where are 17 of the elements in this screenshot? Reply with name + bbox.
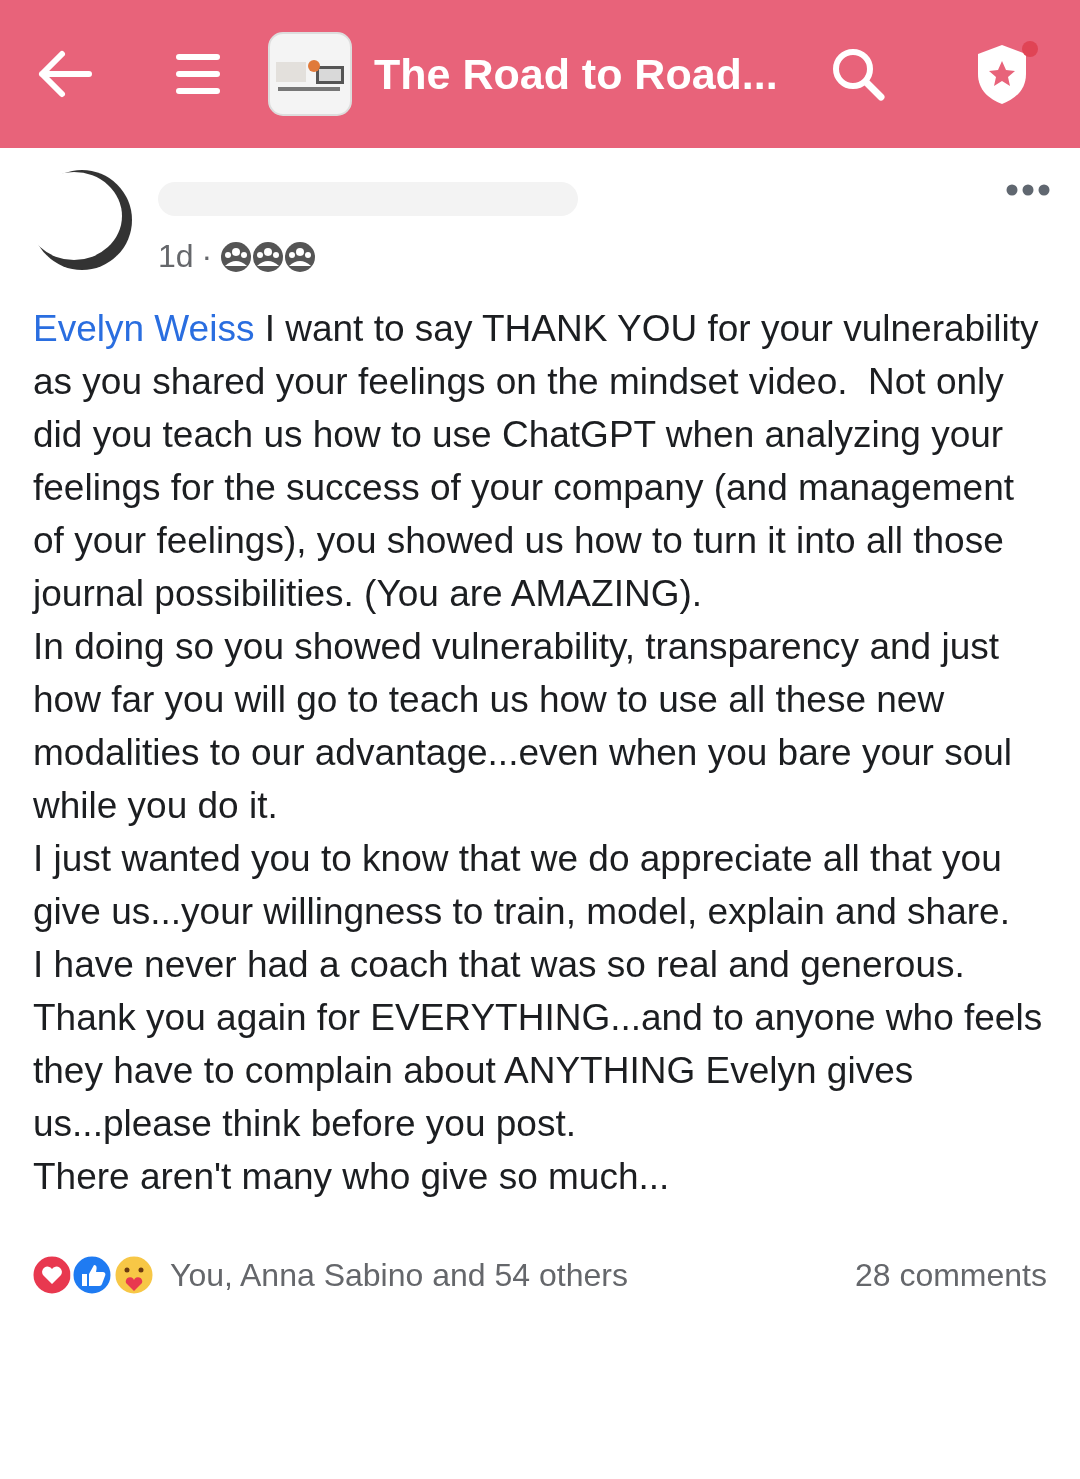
menu-icon[interactable]	[176, 53, 220, 95]
search-icon[interactable]	[830, 46, 886, 102]
separator: ·	[201, 238, 213, 275]
post-text: In doing so you showed vulnerability, transparency and just how far you will go to teach us how to use all these new modalities to our advantage...even when you bare your soul while you do it.	[33, 625, 1014, 828]
more-options-icon[interactable]	[1006, 184, 1050, 196]
post-text: There aren't many who give so much...	[33, 1155, 671, 1199]
group-title[interactable]: The Road to Road...	[374, 49, 830, 99]
mention-link[interactable]: Evelyn Weiss	[33, 308, 255, 349]
members-icon	[220, 240, 317, 273]
avatar[interactable]	[30, 168, 134, 272]
post-time: 1d	[158, 238, 194, 275]
post-text: I just wanted you to know that we do appreciate all that you give us...your willingness to train, model, explain and share.	[33, 837, 1011, 934]
post-text: Evelyn Weiss I want to say THANK YOU for your vulnerability as you shared your feelings on the mindset video. Not only did you teach us how to use ChatGPT when analyzing your feelings for the success of your company (and management of your feelings), you showed us how to turn it into all those journal possibilities. (You are AMAZING).	[33, 307, 1040, 616]
reactions-summary[interactable]: You, Anna Sabino and 54 others	[170, 1256, 628, 1294]
comments-count[interactable]: 28 comments	[854, 1256, 1047, 1294]
post-text: I have never had a coach that was so real and generous.	[33, 943, 966, 987]
post-text: Thank you again for EVERYTHING...and to anyone who feels they have to complain about ANYTHING Evelyn gives us...please think before you post.	[33, 996, 1044, 1146]
